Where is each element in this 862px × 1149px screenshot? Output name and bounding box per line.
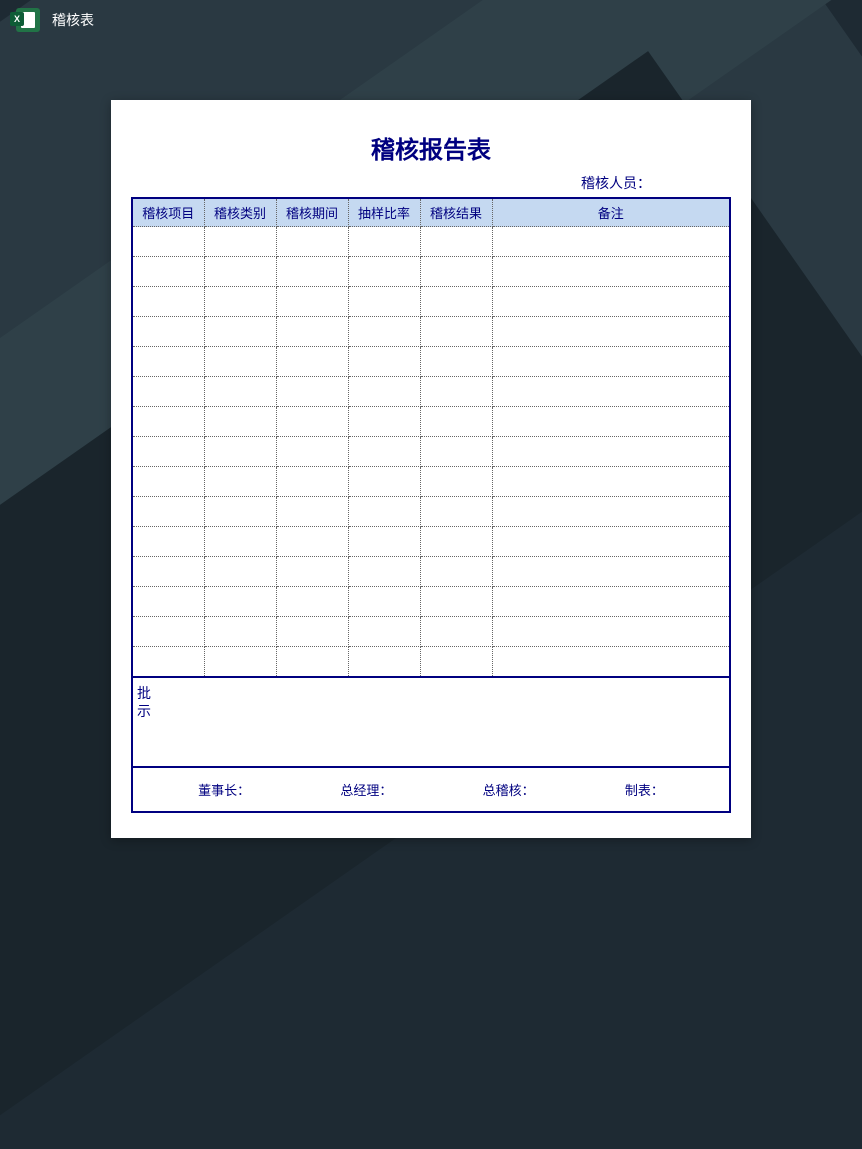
signature-chairman: 董事长： [198,780,250,799]
table-row [132,467,730,497]
signature-prepared-by: 制表： [625,780,664,799]
table-header-row: 稽核项目 稽核类别 稽核期间 抽样比率 稽核结果 备注 [132,198,730,227]
table-row [132,617,730,647]
app-header: X 稽核表 [0,0,862,40]
table-row [132,647,730,677]
table-row [132,557,730,587]
table-row [132,227,730,257]
table-row [132,407,730,437]
column-header-category: 稽核类别 [204,198,276,227]
table-row [132,287,730,317]
approval-section: 批 示 [131,678,731,768]
table-row [132,317,730,347]
column-header-remarks: 备注 [492,198,730,227]
approval-label: 批 示 [133,678,155,766]
table-row [132,437,730,467]
signature-general-manager: 总经理： [340,780,392,799]
document-filename: 稽核表 [52,10,94,30]
table-row [132,587,730,617]
column-header-period: 稽核期间 [276,198,348,227]
audit-table: 稽核项目 稽核类别 稽核期间 抽样比率 稽核结果 备注 [131,197,731,678]
auditor-label: 稽核人员： [131,173,731,193]
signature-chief-auditor: 总稽核： [483,780,535,799]
document-page: 稽核报告表 稽核人员： 稽核项目 稽核类别 稽核期间 抽样比率 稽核结果 备注 [111,100,751,838]
column-header-sample-rate: 抽样比率 [348,198,420,227]
document-title: 稽核报告表 [131,130,731,165]
table-row [132,347,730,377]
column-header-result: 稽核结果 [420,198,492,227]
table-row [132,527,730,557]
table-row [132,377,730,407]
signature-row: 董事长： 总经理： 总稽核： 制表： [131,768,731,813]
column-header-project: 稽核项目 [132,198,204,227]
table-row [132,257,730,287]
excel-icon: X [16,8,40,32]
table-row [132,497,730,527]
